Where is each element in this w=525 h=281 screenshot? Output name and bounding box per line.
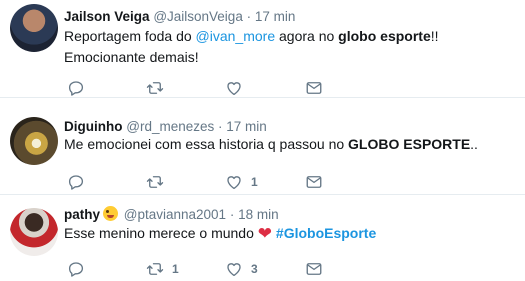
highlighted-keyword: globo esporte bbox=[338, 28, 431, 44]
retweet-button[interactable]: 1 bbox=[146, 259, 179, 279]
reply-button[interactable] bbox=[67, 259, 85, 279]
text-segment: Esse menino merece o mundo bbox=[64, 225, 258, 241]
separator-dot: · bbox=[218, 119, 223, 134]
text-segment: .. bbox=[470, 136, 478, 152]
red-heart-emoji-icon: ❤ bbox=[257, 224, 273, 243]
tweet[interactable]: Jailson Veiga @JailsonVeiga · 17 min Rep… bbox=[0, 0, 525, 98]
reply-icon bbox=[67, 173, 85, 191]
user-handle[interactable]: @rd_menezes bbox=[126, 119, 214, 134]
tweet-header: Jailson Veiga @JailsonVeiga · 17 min bbox=[64, 8, 295, 26]
text-segment: Me emocionei com essa historia q passou … bbox=[64, 136, 349, 152]
tweet-text: Me emocionei com essa historia q passou … bbox=[64, 134, 519, 155]
retweet-icon bbox=[146, 79, 164, 97]
direct-message-button[interactable] bbox=[305, 259, 323, 279]
retweet-icon bbox=[146, 260, 164, 278]
tweet-timeline: Jailson Veiga @JailsonVeiga · 17 min Rep… bbox=[0, 0, 525, 281]
tweet[interactable]: pathy @ptavianna2001 · 18 min Esse menin… bbox=[0, 195, 525, 281]
direct-message-icon bbox=[305, 260, 323, 278]
tweet-header: pathy @ptavianna2001 · 18 min bbox=[64, 206, 279, 224]
like-icon bbox=[225, 260, 243, 278]
reply-icon bbox=[67, 260, 85, 278]
user-name[interactable]: Diguinho bbox=[64, 119, 122, 134]
user-handle[interactable]: @ptavianna2001 bbox=[124, 207, 226, 222]
direct-message-icon bbox=[305, 173, 323, 191]
retweet-count: 1 bbox=[172, 262, 179, 276]
like-icon bbox=[225, 79, 243, 97]
like-count: 1 bbox=[251, 175, 258, 189]
direct-message-icon bbox=[305, 79, 323, 97]
tweet[interactable]: Diguinho @rd_menezes · 17 min Me emocion… bbox=[0, 98, 525, 195]
user-name[interactable]: pathy bbox=[64, 207, 100, 222]
reply-button[interactable] bbox=[67, 78, 85, 98]
mention-link[interactable]: @ivan_more bbox=[196, 28, 276, 44]
timestamp[interactable]: 17 min bbox=[226, 119, 267, 134]
retweet-button[interactable] bbox=[146, 172, 172, 192]
like-button[interactable] bbox=[225, 78, 251, 98]
retweet-button[interactable] bbox=[146, 78, 172, 98]
separator-dot: · bbox=[229, 207, 235, 222]
avatar[interactable] bbox=[10, 4, 58, 52]
tweet-text: Reportagem foda do @ivan_more agora no g… bbox=[64, 26, 519, 68]
hashtag-link[interactable]: #GloboEsporte bbox=[276, 225, 376, 241]
tweet-text: Esse menino merece o mundo ❤ #GloboEspor… bbox=[64, 223, 519, 244]
like-count: 3 bbox=[251, 262, 258, 276]
like-button[interactable]: 1 bbox=[225, 172, 258, 192]
like-button[interactable]: 3 bbox=[225, 259, 258, 279]
user-handle[interactable]: @JailsonVeiga bbox=[153, 9, 243, 24]
direct-message-button[interactable] bbox=[305, 78, 323, 98]
timestamp[interactable]: 17 min bbox=[255, 9, 296, 24]
user-name[interactable]: Jailson Veiga bbox=[64, 9, 150, 24]
highlighted-keyword: GLOBO ESPORTE bbox=[348, 136, 471, 152]
reply-button[interactable] bbox=[67, 172, 85, 192]
direct-message-button[interactable] bbox=[305, 172, 323, 192]
retweet-icon bbox=[146, 173, 164, 191]
text-segment: Reportagem foda do bbox=[64, 28, 196, 44]
avatar[interactable] bbox=[10, 208, 58, 256]
text-segment: agora no bbox=[275, 28, 339, 44]
like-icon bbox=[225, 173, 243, 191]
separator-dot: · bbox=[246, 9, 252, 24]
reply-icon bbox=[67, 79, 85, 97]
goofy-face-emoji-icon bbox=[103, 206, 119, 221]
avatar[interactable] bbox=[10, 117, 58, 165]
timestamp[interactable]: 18 min bbox=[238, 207, 279, 222]
